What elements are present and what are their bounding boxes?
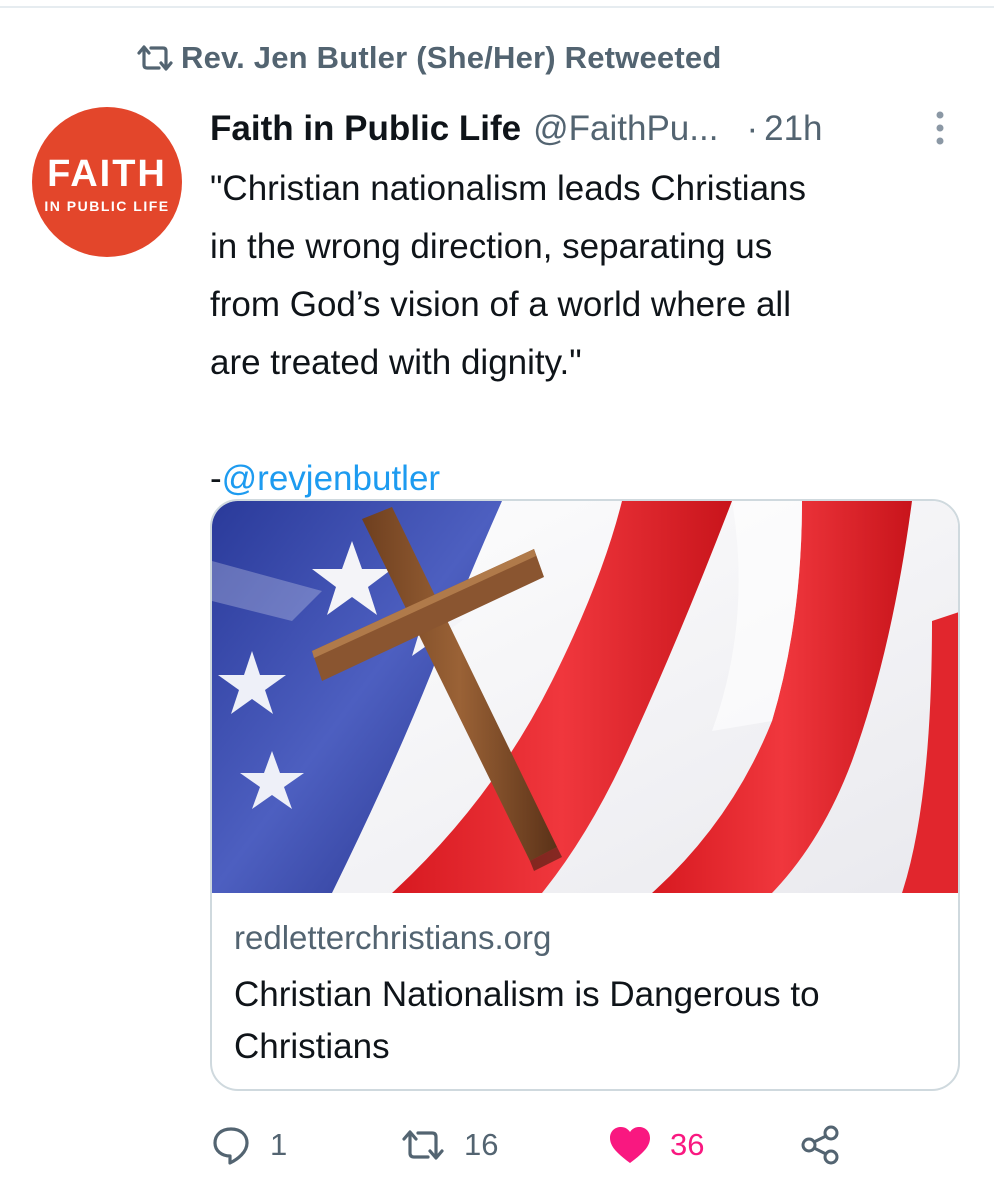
avatar-line1: FAITH: [47, 153, 167, 195]
like-button[interactable]: 36: [608, 1120, 704, 1170]
tweet-text-line: are treated with dignity.": [210, 343, 582, 382]
tweet-text: "Christian nationalism leads Christians …: [210, 160, 950, 508]
tweet-text-line: "Christian nationalism leads Christians: [210, 169, 807, 208]
like-count: 36: [670, 1127, 705, 1162]
author-handle[interactable]: @FaithPu...: [533, 109, 718, 149]
tweet-actions: 1 16 36: [210, 1120, 970, 1170]
mention-prefix: -: [210, 459, 222, 498]
tweet-header: Faith in Public Life @FaithPu... · 21h: [210, 106, 823, 152]
retweet-icon: [135, 41, 181, 75]
link-card[interactable]: redletterchristians.org Christian Nation…: [210, 499, 960, 1091]
reply-count: 1: [270, 1127, 288, 1162]
heart-icon: [610, 1127, 650, 1163]
avatar[interactable]: FAITH IN PUBLIC LIFE: [32, 107, 182, 257]
retweet-count: 16: [464, 1127, 499, 1162]
top-divider: [0, 6, 994, 8]
header-separator: ·: [746, 109, 759, 148]
retweet-context[interactable]: Rev. Jen Butler (She/Her) Retweeted: [135, 38, 721, 78]
tweet-text-line: from God’s vision of a world where all: [210, 285, 791, 324]
card-title: Christian Nationalism is Dangerous to Ch…: [234, 975, 820, 1066]
tweet-timestamp[interactable]: 21h: [764, 109, 822, 149]
reply-icon: [213, 1127, 249, 1165]
card-domain: redletterchristians.org: [234, 919, 552, 956]
tweet-text-line: in the wrong direction, separating us: [210, 227, 773, 266]
avatar-line2: IN PUBLIC LIFE: [44, 198, 170, 214]
more-vertical-icon: [936, 111, 944, 145]
share-icon: [801, 1125, 839, 1165]
more-options-button[interactable]: [922, 108, 958, 148]
share-button[interactable]: [800, 1120, 842, 1170]
flag-with-cross-image: [212, 501, 958, 893]
retweet-icon: [402, 1130, 444, 1160]
author-name[interactable]: Faith in Public Life: [210, 109, 521, 149]
retweet-label: Rev. Jen Butler (She/Her) Retweeted: [181, 40, 722, 75]
retweet-button[interactable]: 16: [400, 1120, 498, 1170]
reply-button[interactable]: 1: [210, 1120, 287, 1170]
